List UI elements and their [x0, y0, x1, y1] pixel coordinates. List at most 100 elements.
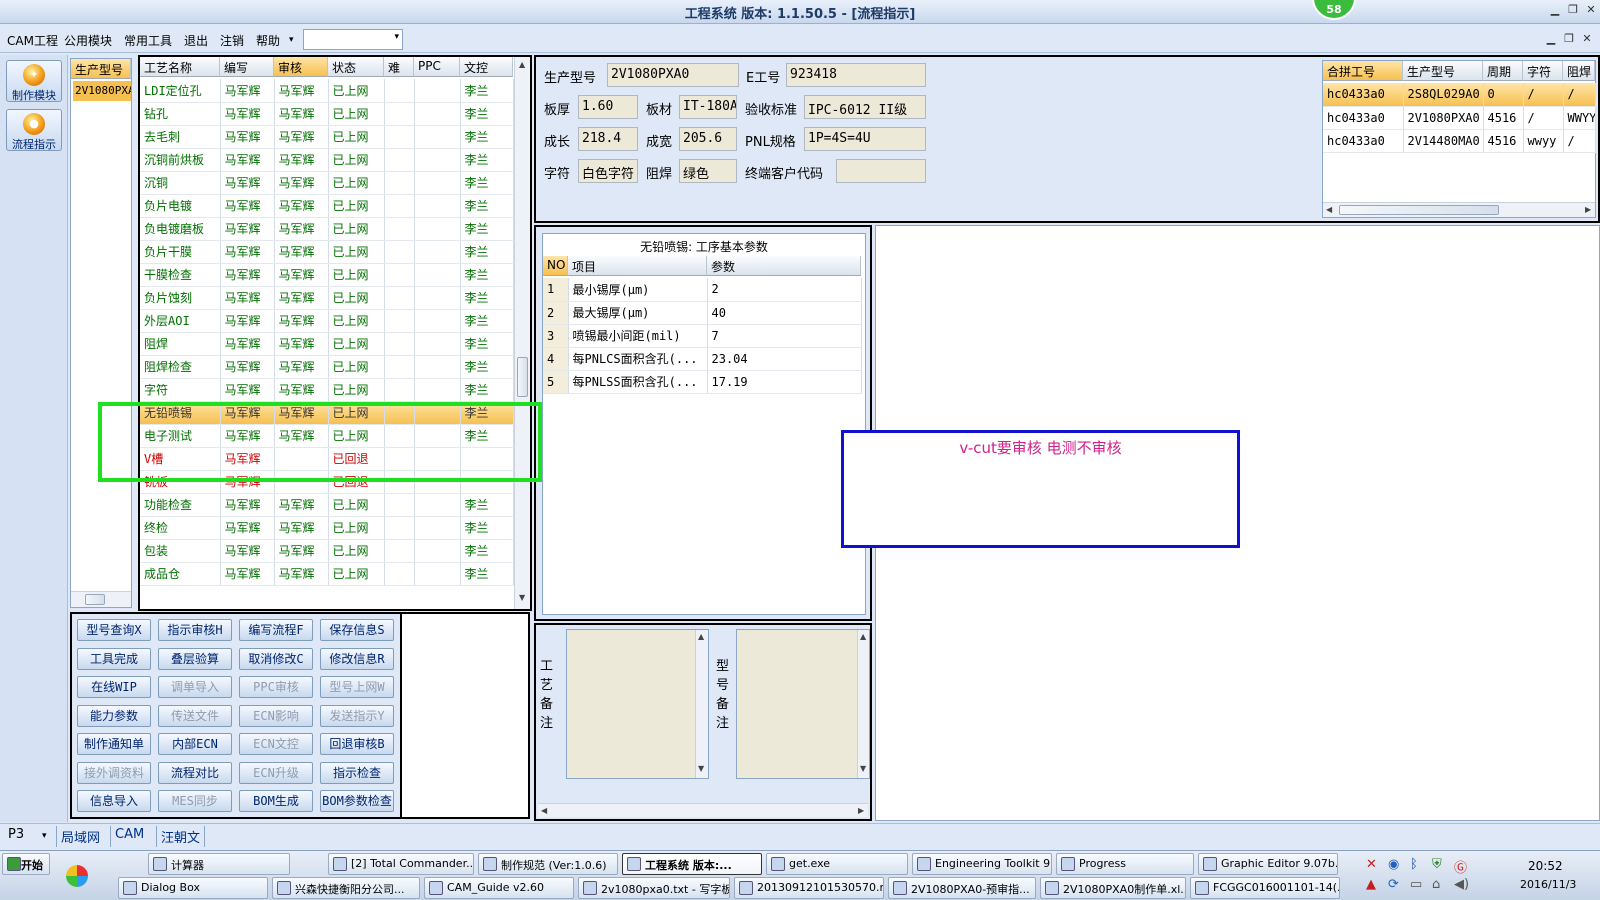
taskbar-button[interactable]: Dialog Box: [118, 877, 268, 899]
action-button[interactable]: 信息导入: [77, 790, 151, 812]
tab-user[interactable]: 汪朝文: [156, 826, 206, 847]
taskbar-button[interactable]: 2V1080PXA0制作单.xl...: [1040, 877, 1186, 899]
process-table-vscroll-thumb[interactable]: [517, 357, 528, 397]
action-button[interactable]: 内部ECN: [158, 733, 232, 755]
scroll-down-icon[interactable]: ▼: [698, 764, 704, 773]
width-field[interactable]: 205.6: [679, 127, 737, 151]
menu-cam[interactable]: CAM工程: [7, 32, 58, 49]
table-row[interactable]: 干膜检查 马军辉 马军辉 已上网 李兰: [140, 263, 514, 287]
action-button[interactable]: 指示检查: [320, 761, 394, 784]
table-row[interactable]: 负片干膜 马军辉 马军辉 已上网 李兰: [140, 240, 514, 264]
column-header[interactable]: PPC: [414, 57, 460, 77]
chevron-down-icon[interactable]: ▾: [38, 830, 51, 851]
taskbar-button[interactable]: FCGGC016001101-14(...: [1190, 877, 1340, 899]
table-row[interactable]: 沉铜 马军辉 马军辉 已上网 李兰: [140, 171, 514, 195]
action-button[interactable]: 在线WIP: [77, 676, 151, 698]
process-table-vscroll[interactable]: ▲ ▼: [514, 57, 530, 609]
model-note-scroll[interactable]: ▲ ▼: [857, 630, 869, 778]
table-row[interactable]: 负电镀磨板 马军辉 马军辉 已上网 李兰: [140, 217, 514, 241]
table-row[interactable]: 钻孔 马军辉 马军辉 已上网 李兰: [140, 102, 514, 126]
menu-help[interactable]: 帮助: [256, 32, 280, 49]
mdi-minimize-button[interactable]: ▁: [1542, 32, 1560, 48]
mdi-close-button[interactable]: ✕: [1578, 32, 1596, 48]
tray-warning-icon[interactable]: ▲: [1366, 877, 1376, 892]
column-header[interactable]: 参数: [707, 256, 861, 276]
table-row[interactable]: 功能检查 马军辉 马军辉 已上网 李兰: [140, 493, 514, 517]
clock-time[interactable]: 20:52: [1528, 859, 1563, 873]
action-button[interactable]: 发送指示Y: [320, 704, 394, 727]
action-button[interactable]: 保存信息S: [320, 619, 394, 641]
start-button[interactable]: 开始: [2, 853, 50, 875]
taskbar-button[interactable]: [2] Total Commander...: [328, 853, 474, 875]
column-header[interactable]: 周期: [1483, 61, 1523, 81]
column-header[interactable]: 难: [384, 57, 414, 77]
customer-field[interactable]: [836, 159, 926, 183]
eno-field[interactable]: 923418: [786, 63, 926, 87]
action-button[interactable]: BOM生成: [239, 790, 313, 812]
action-button[interactable]: BOM参数检查: [320, 790, 394, 812]
length-field[interactable]: 218.4: [578, 127, 638, 151]
taskbar-button[interactable]: CAM_Guide v2.60: [424, 877, 574, 899]
tray-x-icon[interactable]: ✕: [1366, 857, 1377, 872]
table-row[interactable]: 负片蚀刻 马军辉 马军辉 已上网 李兰: [140, 286, 514, 310]
action-button[interactable]: 工具完成: [77, 647, 151, 670]
table-row[interactable]: 1 最小锡厚(μm) 2: [543, 278, 862, 302]
action-button[interactable]: 接外调资料: [77, 761, 151, 784]
char-field[interactable]: 白色字符: [578, 159, 638, 183]
table-row[interactable]: 5 每PNLSS面积含孔(... 17.19: [543, 370, 862, 394]
maximize-button[interactable]: ❐: [1564, 3, 1582, 19]
chevron-down-icon[interactable]: ▾: [394, 32, 399, 42]
action-button[interactable]: 传送文件: [158, 704, 232, 727]
action-button[interactable]: 回退审核B: [320, 733, 394, 755]
table-row[interactable]: 4 每PNLCS面积含孔(... 23.04: [543, 347, 862, 371]
action-button[interactable]: 型号查询X: [77, 619, 151, 641]
action-button[interactable]: 取消修改C: [239, 647, 313, 670]
taskbar-button[interactable]: 2V1080PXA0-预审指...: [888, 877, 1036, 899]
table-row[interactable]: 沉铜前烘板 马军辉 马军辉 已上网 李兰: [140, 148, 514, 172]
table-row[interactable]: 阻焊 马军辉 马军辉 已上网 李兰: [140, 332, 514, 356]
taskbar-button[interactable]: Engineering Toolkit 9....: [912, 853, 1052, 875]
action-button[interactable]: 叠层验算: [158, 647, 232, 670]
table-row[interactable]: 终检 马军辉 马军辉 已上网 李兰: [140, 516, 514, 540]
action-button[interactable]: 流程对比: [158, 761, 232, 784]
column-header[interactable]: 合拼工号: [1323, 61, 1403, 81]
minimize-button[interactable]: ▁: [1546, 3, 1564, 19]
column-header[interactable]: 项目: [568, 256, 707, 276]
table-row[interactable]: 阻焊检查 马军辉 马军辉 已上网 李兰: [140, 355, 514, 379]
model-note-field[interactable]: ▲ ▼: [736, 629, 870, 779]
tab-cam[interactable]: CAM: [110, 826, 148, 847]
action-button[interactable]: 修改信息R: [320, 647, 394, 670]
scroll-left-icon[interactable]: ◀: [1326, 205, 1332, 214]
action-button[interactable]: 调单导入: [158, 676, 232, 698]
menu-common-modules[interactable]: 公用模块: [64, 32, 112, 49]
standard-field[interactable]: IPC-6012 II级: [804, 95, 926, 119]
tray-monitor-icon[interactable]: ▭: [1410, 877, 1422, 892]
scroll-right-icon[interactable]: ▶: [858, 806, 864, 815]
clock-date[interactable]: 2016/11/3: [1520, 878, 1576, 891]
volume-icon[interactable]: ◀): [1454, 877, 1469, 892]
merge-table-hscroll-thumb[interactable]: [1339, 205, 1499, 215]
action-button[interactable]: PPC审核: [239, 676, 313, 698]
column-header[interactable]: 编写: [220, 57, 274, 77]
scroll-down-icon[interactable]: ▼: [860, 764, 866, 773]
taskbar-button[interactable]: 制作规范 (Ver:1.0.6): [478, 853, 618, 875]
toolbar-combo[interactable]: ▾: [303, 29, 403, 50]
scroll-right-icon[interactable]: ▶: [1585, 205, 1591, 214]
taskbar-button[interactable]: 兴森快捷衡阳分公司...: [272, 877, 420, 899]
table-row[interactable]: hc0433a0 2V1080PXA0 4516/WWYY: [1323, 106, 1596, 130]
table-row[interactable]: 外层AOI 马军辉 马军辉 已上网 李兰: [140, 309, 514, 333]
table-row[interactable]: LDI定位孔 马军辉 马军辉 已上网 李兰: [140, 79, 514, 103]
menu-exit[interactable]: 退出: [184, 32, 208, 49]
menu-logout[interactable]: 注销: [220, 32, 244, 49]
action-button[interactable]: MES同步: [158, 790, 232, 812]
close-button[interactable]: ✕: [1582, 3, 1600, 19]
column-header[interactable]: 工艺名称: [140, 57, 220, 77]
shield-icon[interactable]: ⛨: [1432, 857, 1442, 872]
column-header[interactable]: 文控: [460, 57, 513, 77]
action-button[interactable]: 型号上网W: [320, 676, 394, 698]
page-selector[interactable]: P3: [4, 826, 28, 847]
tray-app-icon[interactable]: Ⓖ: [1454, 857, 1467, 876]
action-button[interactable]: 指示审核H: [158, 619, 232, 641]
solder-field[interactable]: 绿色: [679, 159, 737, 183]
table-row[interactable]: 成品仓 马军辉 马军辉 已上网 李兰: [140, 562, 514, 586]
